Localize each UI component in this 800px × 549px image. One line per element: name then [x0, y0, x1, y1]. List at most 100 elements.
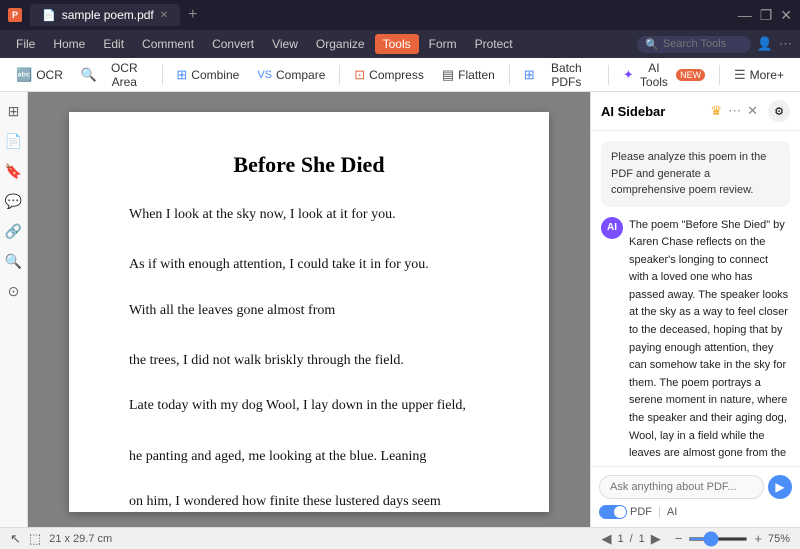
next-page-button[interactable]: ▶ [651, 531, 661, 547]
prev-page-button[interactable]: ◀ [601, 531, 611, 547]
ai-response-bubble: AI The poem "Before She Died" by Karen C… [601, 217, 790, 467]
sidebar-link-icon[interactable]: 🔗 [3, 220, 25, 242]
cursor-tool-icon[interactable]: ↖ [10, 531, 21, 547]
pdf-poem-body: When I look at the sky now, I look at it… [129, 202, 489, 527]
stanza-4: on him, I wondered how finite these lust… [129, 489, 489, 527]
ai-input-area: ▶ PDF | AI [591, 466, 800, 527]
ai-sidebar-crown-icon[interactable]: ♛ [710, 103, 722, 119]
title-bar: P 📄 sample poem.pdf ✕ + — ❐ ✕ [0, 0, 800, 30]
sidebar-comment-icon[interactable]: 💬 [3, 190, 25, 212]
menu-protect[interactable]: Protect [467, 34, 521, 54]
sidebar-layer-icon[interactable]: ⊙ [3, 280, 25, 302]
ai-tools-label: AI Tools [638, 61, 670, 89]
status-left: ↖ ⬚ 21 x 29.7 cm [10, 531, 112, 547]
pdf-poem-title: Before She Died [129, 152, 489, 178]
sidebar-thumbnail-icon[interactable]: 📄 [3, 130, 25, 152]
toggle-separator: | [658, 506, 661, 518]
menu-edit[interactable]: Edit [95, 34, 132, 54]
ai-tools-button[interactable]: ✦ AI Tools NEW [615, 57, 713, 93]
account-icon[interactable]: 👤 [757, 36, 773, 52]
user-message-bubble: Please analyze this poem in the PDF and … [601, 141, 790, 207]
ai-sidebar-more-icon[interactable]: ⋯ [728, 103, 741, 119]
app-icon: P [8, 8, 22, 22]
sidebar-search-icon[interactable]: 🔍 [3, 250, 25, 272]
compress-label: Compress [369, 68, 424, 82]
flatten-label: Flatten [458, 68, 495, 82]
compare-label: Compare [276, 68, 325, 82]
add-tab-button[interactable]: + [188, 6, 197, 24]
separator-5 [719, 65, 720, 85]
pdf-toggle-label: PDF [630, 506, 652, 518]
zoom-level: 75% [768, 533, 790, 545]
settings-icon[interactable]: ⋯ [779, 36, 792, 52]
menu-comment[interactable]: Comment [134, 34, 202, 54]
more-button[interactable]: ☰ More+ [726, 63, 792, 87]
ocr-label: OCR [36, 68, 63, 82]
sidebar-bookmark-icon[interactable]: 🔖 [3, 160, 25, 182]
menu-organize[interactable]: Organize [308, 34, 373, 54]
batch-icon: ⊞ [524, 67, 535, 83]
page-info: ◀ 1 / 1 ▶ − + 75% [601, 531, 790, 547]
pdf-toggle[interactable]: PDF [599, 505, 652, 519]
poem-line: With all the leaves gone almost from [129, 298, 489, 323]
poem-line: on him, I wondered how finite these lust… [129, 489, 489, 514]
zoom-in-button[interactable]: + [754, 531, 762, 546]
pdf-area[interactable]: Before She Died When I look at the sky n… [28, 92, 590, 527]
page-size: 21 x 29.7 cm [49, 533, 112, 545]
menu-view[interactable]: View [264, 34, 306, 54]
flatten-button[interactable]: ▤ Flatten [434, 63, 503, 87]
menu-tools[interactable]: Tools [375, 34, 419, 54]
zoom-out-button[interactable]: − [675, 531, 683, 546]
ai-response-text: The poem "Before She Died" by Karen Chas… [629, 217, 790, 467]
menu-file[interactable]: File [8, 34, 43, 54]
zoom-slider[interactable] [688, 537, 748, 541]
compare-button[interactable]: VS Compare [249, 64, 333, 86]
close-button[interactable]: ✕ [780, 7, 792, 24]
ai-sidebar-close-icon[interactable]: ✕ [747, 103, 758, 119]
ai-settings-icon[interactable]: ⚙ [768, 100, 790, 122]
ocr-button[interactable]: 🔤 OCR [8, 63, 71, 87]
combine-button[interactable]: ⊞ Combine [168, 63, 247, 87]
menu-home[interactable]: Home [45, 34, 93, 54]
search-icon: 🔍 [645, 38, 659, 51]
send-icon: ▶ [775, 480, 784, 494]
sidebar-home-icon[interactable]: ⊞ [3, 100, 25, 122]
page-separator: / [630, 533, 633, 545]
poem-line: As if with enough attention, I could tak… [129, 252, 489, 277]
more-label: More+ [750, 68, 784, 82]
flatten-icon: ▤ [442, 67, 454, 83]
page-number: 1 [617, 533, 623, 545]
ai-tools-icon: ✦ [623, 67, 634, 83]
ai-content-area[interactable]: Please analyze this poem in the PDF and … [591, 131, 800, 466]
pdf-page: Before She Died When I look at the sky n… [69, 112, 549, 512]
toolbar: 🔤 OCR 🔍 OCR Area ⊞ Combine VS Compare ⊡ … [0, 58, 800, 92]
total-pages: 1 [639, 533, 645, 545]
separator-2 [339, 65, 340, 85]
separator-1 [162, 65, 163, 85]
menu-form[interactable]: Form [421, 34, 465, 54]
tab-sample-poem[interactable]: 📄 sample poem.pdf ✕ [30, 4, 180, 26]
poem-line: the trees, I did not walk briskly throug… [129, 348, 489, 373]
stanza-1: When I look at the sky now, I look at it… [129, 202, 489, 278]
ocr-area-button[interactable]: 🔍 OCR Area [73, 57, 156, 93]
pdf-toggle-switch[interactable] [599, 505, 627, 519]
more-icon: ☰ [734, 67, 746, 83]
menu-bar: File Home Edit Comment Convert View Orga… [0, 30, 800, 58]
maximize-button[interactable]: ❐ [760, 7, 773, 24]
separator-3 [509, 65, 510, 85]
compress-button[interactable]: ⊡ Compress [346, 63, 432, 87]
poem-line [129, 323, 489, 348]
ai-send-button[interactable]: ▶ [768, 475, 792, 499]
search-tools-input[interactable] [663, 38, 743, 50]
poem-line: he panting and aged, me looking at the b… [129, 444, 489, 469]
select-tool-icon[interactable]: ⬚ [29, 531, 41, 547]
ai-toggle[interactable]: AI [667, 506, 677, 518]
ai-chat-input[interactable] [599, 475, 764, 499]
minimize-button[interactable]: — [738, 7, 752, 24]
combine-label: Combine [191, 68, 239, 82]
menu-convert[interactable]: Convert [204, 34, 262, 54]
batch-pdf-button[interactable]: ⊞ Batch PDFs [516, 57, 602, 93]
tab-close-icon[interactable]: ✕ [160, 10, 168, 21]
main-area: ⊞ 📄 🔖 💬 🔗 🔍 ⊙ Before She Died When I loo… [0, 92, 800, 527]
ai-toggle-label: AI [667, 506, 677, 518]
